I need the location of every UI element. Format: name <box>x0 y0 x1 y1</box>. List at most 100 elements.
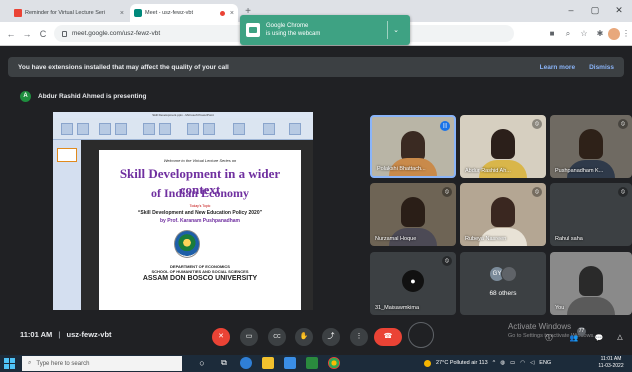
banner-text: You have extensions installed that may a… <box>18 63 229 71</box>
people-glyph: 👥 <box>569 335 579 342</box>
dismiss-button[interactable]: Dismiss <box>589 64 614 71</box>
tab-title: Meet - usz-fewz-vbt <box>145 10 193 16</box>
participant-name: You <box>555 305 565 311</box>
reload-button[interactable]: C <box>36 27 50 41</box>
chevron-down-icon[interactable]: ⌄ <box>388 26 404 34</box>
taskbar-clock[interactable]: 11:01 AM 11-03-2022 <box>596 356 626 370</box>
url-text: meet.google.com/usz-fewz-vbt <box>72 30 161 37</box>
meeting-time: 11:01 AM <box>20 330 53 339</box>
slide-title-line2: of Indian Economy <box>150 186 250 200</box>
close-window-button[interactable]: ✕ <box>608 2 630 18</box>
mic-off-icon: ⦸ <box>442 256 452 266</box>
others-tile[interactable]: GY 68 others <box>460 252 546 315</box>
close-tab-icon[interactable]: × <box>117 10 124 17</box>
mic-off-icon: ⦸ <box>442 187 452 197</box>
weather-text[interactable]: 27°C Polluted air 113 <box>436 360 488 366</box>
people-icon[interactable]: 👥 77 <box>565 327 586 348</box>
chat-icon[interactable]: 💬 <box>590 330 608 348</box>
others-count: 68 others <box>489 290 517 297</box>
participant-tile[interactable]: ⦸ Nurzamal Hoque <box>370 183 456 246</box>
mic-off-icon: ⦸ <box>618 187 628 197</box>
university-logo <box>174 230 200 258</box>
meeting-details-icon[interactable]: ⓘ <box>540 330 558 348</box>
meet-icon <box>134 9 142 17</box>
webcam-notification: Google Chrome is using the webcam ⌄ <box>240 15 410 45</box>
menu-icon[interactable]: ⋮ <box>622 28 630 40</box>
raise-hand-button[interactable]: ✋ <box>295 328 313 346</box>
ppt-ribbon <box>53 118 313 140</box>
participant-avatar: ● <box>402 270 424 292</box>
bookmark-star-icon[interactable]: ☆ <box>578 28 590 40</box>
profile-avatar[interactable] <box>608 28 620 40</box>
cursor-highlight <box>408 322 434 348</box>
participant-tile[interactable]: ⦸ Rubeya Nasreen <box>460 183 546 246</box>
gmail-icon <box>14 9 22 17</box>
presenter-avatar: A <box>20 90 31 102</box>
tray-chevron-icon[interactable]: ^ <box>493 360 496 366</box>
present-now-button[interactable]: ⤴ <box>322 328 340 346</box>
recording-dot-icon <box>219 10 225 16</box>
participant-video <box>491 129 515 159</box>
presenting-indicator: A Abdur Rashid Ahmed is presenting <box>20 90 146 102</box>
separator: | <box>58 330 61 339</box>
back-button[interactable]: ← <box>4 27 18 41</box>
mic-off-icon: ⦸ <box>532 187 542 197</box>
notification-body: is using the webcam <box>266 31 321 37</box>
learn-more-link[interactable]: Learn more <box>540 64 575 71</box>
volume-icon[interactable]: ◁ <box>530 360 534 366</box>
participant-tile[interactable]: ⦸ Pushpanadham K... <box>550 115 632 178</box>
task-view-icon[interactable]: ⧉ <box>218 357 230 369</box>
slide-intro: Welcome to the Virtual Lecture Series on <box>163 158 237 163</box>
tab-meet[interactable]: Meet - usz-fewz-vbt × <box>130 4 238 22</box>
windows-start-icon[interactable] <box>4 358 15 369</box>
others-avatar <box>501 266 517 282</box>
edge-icon[interactable] <box>240 357 252 369</box>
file-explorer-icon[interactable] <box>262 357 274 369</box>
camera-toggle-button[interactable]: ▭ <box>240 328 258 346</box>
captions-button[interactable]: CC <box>268 328 286 346</box>
participant-name: Polakshi Bhattach... <box>377 166 426 172</box>
zoom-icon[interactable]: ⌕ <box>562 28 574 40</box>
participant-name: Abdur Rashid Ah... <box>465 168 511 174</box>
participant-tile[interactable]: ● ⦸ 31_Maisawmkima <box>370 252 456 315</box>
camera-in-use-icon[interactable]: ■ <box>546 28 558 40</box>
extensions-icon[interactable]: ✱ <box>594 28 606 40</box>
mic-toggle-button[interactable]: ✕ <box>212 328 230 346</box>
slide-thumbnail <box>57 148 77 162</box>
cortana-icon[interactable]: ○ <box>196 357 208 369</box>
minimize-button[interactable]: – <box>560 2 582 18</box>
others-avatars: GY <box>489 266 517 284</box>
search-placeholder: Type here to search <box>36 360 90 367</box>
chrome-icon[interactable] <box>328 357 340 369</box>
slide-university: ASSAM DON BOSCO UNIVERSITY <box>142 275 258 282</box>
mic-off-icon: ⦸ <box>618 119 628 129</box>
maximize-button[interactable]: ▢ <box>584 2 606 18</box>
participant-video <box>579 266 603 296</box>
self-tile[interactable]: You <box>550 252 632 315</box>
leave-call-button[interactable]: ☎ <box>374 328 402 346</box>
participant-tile[interactable]: ⦸ Abdur Rashid Ah... <box>460 115 546 178</box>
network-icon[interactable]: ◍ <box>500 360 505 366</box>
store-icon[interactable] <box>284 357 296 369</box>
slide-speaker: by Prof. Karanam Pushpanadham <box>159 218 241 224</box>
excel-icon[interactable] <box>306 357 318 369</box>
people-count-badge: 77 <box>577 327 586 336</box>
language-indicator[interactable]: ENG <box>539 360 551 366</box>
participant-tile[interactable]: ⦸ Rahul saha <box>550 183 632 246</box>
activities-icon[interactable]: △ <box>612 330 628 346</box>
taskbar-date: 11-03-2022 <box>598 363 624 369</box>
forward-button[interactable]: → <box>20 27 34 41</box>
taskbar-time: 11:01 AM <box>600 356 622 362</box>
wifi-icon[interactable]: ◠ <box>520 360 525 366</box>
participant-name: Pushpanadham K... <box>555 168 604 174</box>
participant-video <box>491 197 515 227</box>
tab-reminder[interactable]: Reminder for Virtual Lecture Seri × <box>10 4 128 22</box>
ppt-slide-panel <box>53 140 81 310</box>
slide-school: SCHOOL OF HUMANITIES AND SOCIAL SCIENCES <box>151 269 249 274</box>
participant-tile[interactable]: ||| Polakshi Bhattach... <box>370 115 456 178</box>
mic-off-icon: ⦸ <box>532 119 542 129</box>
taskbar-search-input[interactable]: ⌕ Type here to search <box>22 356 182 371</box>
close-tab-icon[interactable]: × <box>227 10 234 17</box>
more-options-button[interactable]: ⋮ <box>350 328 368 346</box>
battery-icon[interactable]: ▭ <box>510 360 515 366</box>
